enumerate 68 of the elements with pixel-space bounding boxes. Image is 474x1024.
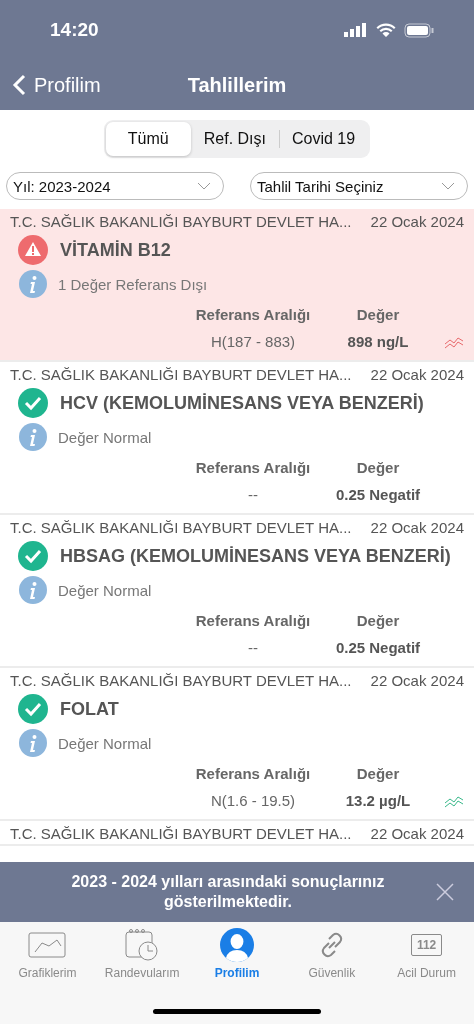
column-header: Referans Aralığı [194, 459, 312, 476]
info-icon [19, 270, 47, 298]
institution-name: T.C. SAĞLIK BAKANLIĞI BAYBURT DEVLET HA... [10, 672, 352, 689]
institution-name: T.C. SAĞLIK BAKANLIĞI BAYBURT DEVLET HA... [10, 519, 352, 536]
dropdown-field[interactable]: Tahlil Tarihi Seçiniz [250, 172, 468, 200]
result-value: 0.25 Negatif [334, 639, 422, 656]
check-icon [18, 694, 48, 724]
institution-name: T.C. SAĞLIK BAKANLIĞI BAYBURT DEVLET HA... [10, 366, 352, 383]
reference-range: -- [247, 486, 259, 503]
info-icon [19, 729, 47, 757]
result-date: 22 Ocak 2024 [370, 672, 464, 689]
reference-range: -- [247, 639, 259, 656]
info-icon [19, 423, 47, 451]
wifi-icon [376, 23, 396, 37]
status-time: 14:20 [50, 19, 99, 41]
test-title: HCV (KEMOLUMİNESANS VEYA BENZERİ) [60, 392, 424, 414]
chevron-down-icon [441, 182, 455, 190]
tab-bar-item[interactable]: Profilim [189, 928, 285, 980]
result-date: 22 Ocak 2024 [370, 213, 464, 230]
chevron-left-icon [12, 74, 26, 96]
result-card[interactable]: T.C. SAĞLIK BAKANLIĞI BAYBURT DEVLET HA... 22 Ocak 2024 VİTAMİN B12 1 Değer Referans Dışı Referans Aralığı Değer H(187 - 883) 898 ng/L [0, 209, 474, 362]
tab-bar-item[interactable]: 112 Acil Durum [379, 928, 474, 980]
status-text: 1 Değer Referans Dışı [58, 275, 208, 293]
back-button[interactable]: Profilim [0, 72, 107, 98]
person-icon [220, 928, 254, 962]
tab-bar-item[interactable]: Randevularım [94, 928, 190, 980]
column-header: Değer [355, 306, 401, 323]
column-header: Referans Aralığı [194, 765, 312, 782]
column-header: Değer [355, 459, 401, 476]
status-text: Değer Normal [58, 581, 152, 599]
status-text: Değer Normal [58, 734, 152, 752]
tab-bar-item[interactable]: Grafiklerim [0, 928, 95, 980]
reference-range: H(187 - 883) [209, 333, 297, 350]
segment-tab[interactable]: Covid 19 [279, 122, 369, 156]
check-icon [18, 388, 48, 418]
calendar-clock-icon [125, 929, 160, 961]
tab-bar-item[interactable]: Güvenlik [284, 928, 380, 980]
result-value: 898 ng/L [346, 333, 410, 350]
result-value: 13.2 µg/L [344, 792, 412, 809]
check-icon [18, 541, 48, 571]
column-header: Referans Aralığı [194, 612, 312, 629]
segment-tab[interactable]: Ref. Dışı [190, 122, 279, 156]
chart-icon [28, 932, 67, 958]
warning-icon [18, 235, 48, 265]
test-title: FOLAT [60, 698, 119, 720]
result-date: 22 Ocak 2024 [370, 366, 464, 383]
result-date: 22 Ocak 2024 [370, 519, 464, 536]
emergency-number-icon: 112 [410, 934, 443, 956]
page-title: Tahlillerim [187, 73, 287, 96]
dropdown-field[interactable]: Yıl: 2023-2024 [6, 172, 224, 200]
column-header: Değer [355, 765, 401, 782]
result-value: 0.25 Negatif [334, 486, 422, 503]
test-title: VİTAMİN B12 [60, 239, 171, 261]
close-button[interactable] [436, 883, 454, 901]
reference-range: N(1.6 - 19.5) [209, 792, 297, 809]
column-header: Değer [355, 612, 401, 629]
result-date: 22 Ocak 2024 [370, 825, 464, 842]
toast-message: 2023 - 2024 yılları arasındaki sonuçlarınız gösterilmektedir. [70, 872, 386, 912]
column-header: Referans Aralığı [194, 306, 312, 323]
institution-name: T.C. SAĞLIK BAKANLIĞI BAYBURT DEVLET HA... [10, 825, 352, 842]
chevron-down-icon [197, 182, 211, 190]
battery-icon [404, 22, 434, 38]
signal-icon [344, 23, 368, 37]
segment-tab[interactable]: Tümü [105, 122, 191, 156]
info-icon [19, 576, 47, 604]
institution-name: T.C. SAĞLIK BAKANLIĞI BAYBURT DEVLET HA... [10, 213, 352, 230]
test-title: HBSAG (KEMOLUMİNESANS VEYA BENZERİ) [60, 545, 451, 567]
status-text: Değer Normal [58, 428, 152, 446]
